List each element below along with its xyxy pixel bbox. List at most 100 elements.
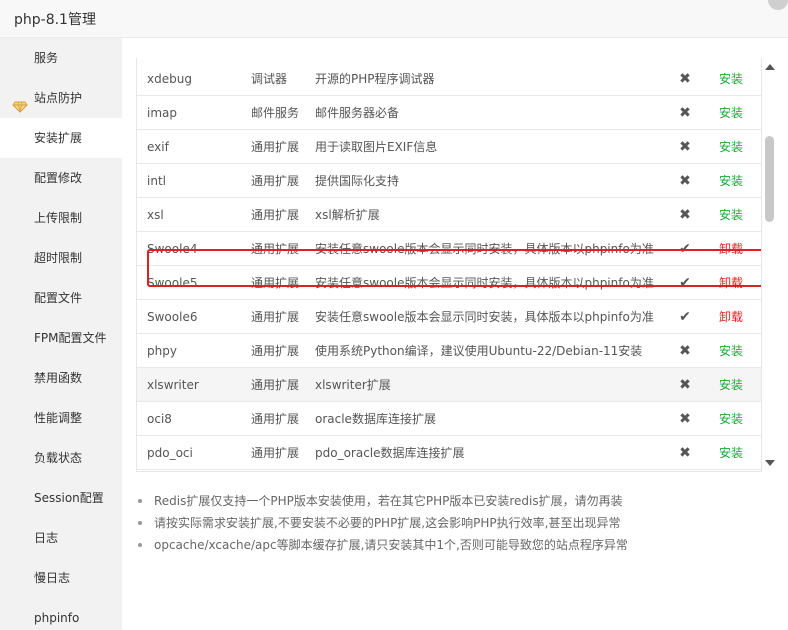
sidebar-item-fpm-config[interactable]: FPM配置文件: [0, 318, 122, 358]
extension-type: 通用扩展: [251, 344, 300, 358]
extension-type: 通用扩展: [251, 310, 300, 324]
table-row: oci8 通用扩展 oracle数据库连接扩展 ✖ 安装: [137, 402, 761, 436]
sidebar-item-label: 超时限制: [34, 251, 83, 265]
extension-type: 通用扩展: [251, 208, 300, 222]
extension-name: Swoole5: [147, 276, 198, 290]
sidebar-item-label: 安装扩展: [34, 131, 83, 145]
sidebar-item-service[interactable]: 服务: [0, 38, 122, 78]
extensions-panel: xdebug 调试器 开源的PHP程序调试器 ✖ 安装 imap 邮件服务 邮件…: [122, 38, 788, 630]
extension-description: 安装任意swoole版本会显示同时安装，具体版本以phpinfo为准: [315, 276, 654, 290]
extension-type: 通用扩展: [251, 446, 300, 460]
sidebar-item-install-extensions[interactable]: 安装扩展: [0, 118, 122, 158]
bullet-icon: [138, 499, 142, 503]
table-row: phpy 通用扩展 使用系统Python编译，建议使用Ubuntu-22/Deb…: [137, 334, 761, 368]
tips-list: Redis扩展仅支持一个PHP版本安装使用，若在其它PHP版本已安装redis扩…: [136, 490, 776, 556]
extension-name: pdo_oci: [147, 446, 193, 460]
extension-name: xdebug: [147, 72, 192, 86]
close-icon[interactable]: [768, 0, 788, 10]
not-installed-icon: ✖: [679, 71, 691, 87]
install-link[interactable]: 安装: [719, 334, 743, 368]
not-installed-icon: ✖: [679, 207, 691, 223]
sidebar-item-label: 配置修改: [34, 171, 83, 185]
extension-name: phpy: [147, 344, 177, 358]
extension-type: 通用扩展: [251, 174, 300, 188]
sidebar-item-label: 性能调整: [34, 411, 83, 425]
sidebar-item-label: 服务: [34, 51, 59, 65]
extension-name: xsl: [147, 208, 164, 222]
sidebar-item-label: 慢日志: [34, 571, 71, 585]
sidebar-item-label: 配置文件: [34, 291, 83, 305]
installed-check-icon: ✔: [679, 275, 691, 291]
extension-name: Swoole6: [147, 310, 198, 324]
extension-description: 使用系统Python编译，建议使用Ubuntu-22/Debian-11安装: [315, 344, 643, 358]
extension-description: 安装任意swoole版本会显示同时安装，具体版本以phpinfo为准: [315, 310, 654, 324]
sidebar-item-site-protection[interactable]: 站点防护: [0, 78, 122, 118]
sidebar-item-config-file[interactable]: 配置文件: [0, 278, 122, 318]
uninstall-link[interactable]: 卸载: [719, 232, 743, 266]
install-link[interactable]: 安装: [719, 198, 743, 232]
sidebar-item-load-status[interactable]: 负载状态: [0, 438, 122, 478]
table-row: imap 邮件服务 邮件服务器必备 ✖ 安装: [137, 96, 761, 130]
sidebar-item-config-modify[interactable]: 配置修改: [0, 158, 122, 198]
tip-text: Redis扩展仅支持一个PHP版本安装使用，若在其它PHP版本已安装redis扩…: [154, 494, 623, 508]
sidebar-item-label: 负载状态: [34, 451, 83, 465]
tip-text: 请按实际需求安装扩展,不要安装不必要的PHP扩展,这会影响PHP执行效率,甚至出…: [154, 516, 621, 530]
title-bar: php-8.1管理: [0, 0, 788, 38]
installed-check-icon: ✔: [679, 241, 691, 257]
extension-type: 通用扩展: [251, 140, 300, 154]
extension-type: 通用扩展: [251, 242, 300, 256]
extension-name: intl: [147, 174, 166, 188]
uninstall-link[interactable]: 卸载: [719, 266, 743, 300]
extension-type: 通用扩展: [251, 378, 300, 392]
sidebar-item-timeout-limit[interactable]: 超时限制: [0, 238, 122, 278]
table-row: intl 通用扩展 提供国际化支持 ✖ 安装: [137, 164, 761, 198]
table-scrollbar[interactable]: [762, 58, 778, 472]
extensions-table[interactable]: xdebug 调试器 开源的PHP程序调试器 ✖ 安装 imap 邮件服务 邮件…: [136, 58, 762, 472]
extension-type: 邮件服务: [251, 106, 300, 120]
window-title: php-8.1管理: [14, 12, 96, 28]
sidebar-item-label: FPM配置文件: [34, 331, 107, 345]
install-link[interactable]: 安装: [719, 62, 743, 96]
table-row: Swoole4 通用扩展 安装任意swoole版本会显示同时安装，具体版本以ph…: [137, 232, 761, 266]
not-installed-icon: ✖: [679, 411, 691, 427]
install-link[interactable]: 安装: [719, 368, 743, 402]
extension-description: 开源的PHP程序调试器: [315, 72, 435, 86]
extension-type: 调试器: [251, 72, 288, 86]
not-installed-icon: ✖: [679, 445, 691, 461]
sidebar-item-disabled-functions[interactable]: 禁用函数: [0, 358, 122, 398]
extension-name: Swoole4: [147, 242, 198, 256]
scroll-down-icon[interactable]: [765, 460, 775, 466]
sidebar-item-phpinfo[interactable]: phpinfo: [0, 598, 122, 630]
extension-description: xsl解析扩展: [315, 208, 380, 222]
scroll-thumb[interactable]: [765, 136, 774, 222]
sidebar-item-slow-log[interactable]: 慢日志: [0, 558, 122, 598]
uninstall-link[interactable]: 卸载: [719, 300, 743, 334]
php-manager-window: php-8.1管理 服务 站点防护 安装扩展 配置修改 上传限制 超时限制 配置…: [0, 0, 788, 630]
sidebar-item-log[interactable]: 日志: [0, 518, 122, 558]
extension-description: pdo_oracle数据库连接扩展: [315, 446, 465, 460]
table-row: xlswriter 通用扩展 xlswriter扩展 ✖ 安装: [137, 368, 761, 402]
install-link[interactable]: 安装: [719, 164, 743, 198]
extension-type: 通用扩展: [251, 412, 300, 426]
sidebar-item-label: 日志: [34, 531, 59, 545]
tip-text: opcache/xcache/apc等脚本缓存扩展,请只安装其中1个,否则可能导…: [154, 538, 628, 552]
table-row: xsl 通用扩展 xsl解析扩展 ✖ 安装: [137, 198, 761, 232]
table-row: xdebug 调试器 开源的PHP程序调试器 ✖ 安装: [137, 62, 761, 96]
sidebar-item-performance[interactable]: 性能调整: [0, 398, 122, 438]
not-installed-icon: ✖: [679, 139, 691, 155]
sidebar-item-upload-limit[interactable]: 上传限制: [0, 198, 122, 238]
sidebar-item-session-config[interactable]: Session配置: [0, 478, 122, 518]
install-link[interactable]: 安装: [719, 96, 743, 130]
extension-description: xlswriter扩展: [315, 378, 391, 392]
tip-item: 请按实际需求安装扩展,不要安装不必要的PHP扩展,这会影响PHP执行效率,甚至出…: [136, 512, 776, 534]
sidebar-item-label: 站点防护: [34, 91, 83, 105]
install-link[interactable]: 安装: [719, 402, 743, 436]
extension-description: 安装任意swoole版本会显示同时安装，具体版本以phpinfo为准: [315, 242, 654, 256]
install-link[interactable]: 安装: [719, 130, 743, 164]
extension-description: 用于读取图片EXIF信息: [315, 140, 438, 154]
bullet-icon: [138, 521, 142, 525]
install-link[interactable]: 安装: [719, 436, 743, 470]
scroll-up-icon[interactable]: [765, 64, 775, 70]
sidebar-item-label: 上传限制: [34, 211, 83, 225]
tip-item: Redis扩展仅支持一个PHP版本安装使用，若在其它PHP版本已安装redis扩…: [136, 490, 776, 512]
